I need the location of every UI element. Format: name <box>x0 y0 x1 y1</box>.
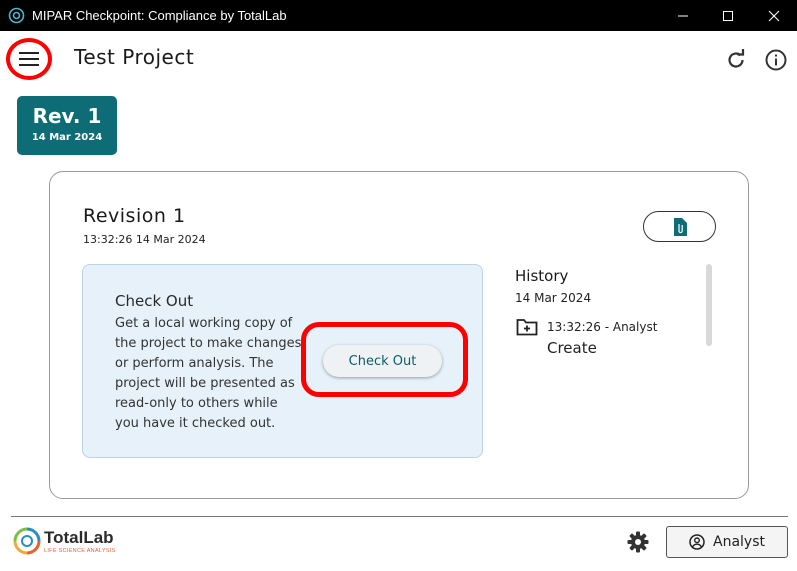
totallab-logo-icon <box>13 527 41 555</box>
logo-text: TotalLab <box>44 528 114 547</box>
info-icon <box>765 49 787 71</box>
history-title: History <box>515 267 569 285</box>
history-date: 14 Mar 2024 <box>515 291 592 305</box>
refresh-icon <box>728 49 745 68</box>
refresh-button[interactable] <box>724 48 748 72</box>
menu-highlight-annotation <box>6 38 52 80</box>
checkout-title: Check Out <box>115 292 194 310</box>
info-button[interactable] <box>764 48 788 72</box>
window-titlebar: MIPAR Checkpoint: Compliance by TotalLab <box>0 0 797 31</box>
maximize-button[interactable] <box>705 0 751 31</box>
close-button[interactable] <box>751 0 797 31</box>
revision-heading: Revision 1 <box>83 205 186 227</box>
minimize-button[interactable] <box>660 0 706 31</box>
checkout-description: Get a local working copy of the project … <box>115 316 302 431</box>
window-title: MIPAR Checkpoint: Compliance by TotalLab <box>32 8 287 23</box>
history-entry-action: Create <box>547 339 597 357</box>
revision-tab-label: Rev. 1 <box>32 104 102 128</box>
close-icon <box>768 10 780 21</box>
attachments-button[interactable] <box>643 211 716 242</box>
settings-button[interactable] <box>626 530 650 554</box>
user-account-button[interactable]: Analyst <box>666 526 788 558</box>
logo-subtitle: LIFE SCIENCE ANALYSIS <box>44 548 116 554</box>
gear-icon <box>627 531 649 553</box>
revision-tab[interactable]: Rev. 1 14 Mar 2024 <box>17 96 117 155</box>
history-scrollbar[interactable] <box>706 264 712 346</box>
page-title: Test Project <box>74 45 195 69</box>
revision-timestamp: 13:32:26 14 Mar 2024 <box>83 233 206 246</box>
folder-add-icon <box>516 319 538 336</box>
account-circle-icon <box>689 534 705 550</box>
maximize-icon <box>723 10 733 21</box>
history-entry-time: 13:32:26 - Analyst <box>547 320 658 334</box>
footer-divider <box>11 516 788 517</box>
totallab-logo: TotalLab LIFE SCIENCE ANALYSIS <box>12 526 122 558</box>
document-attachment-icon <box>673 217 687 236</box>
minimize-icon <box>678 15 688 16</box>
user-account-label: Analyst <box>713 534 765 550</box>
app-logo-icon <box>8 7 25 24</box>
check-out-highlight-annotation <box>301 322 468 397</box>
revision-tab-date: 14 Mar 2024 <box>31 132 103 143</box>
